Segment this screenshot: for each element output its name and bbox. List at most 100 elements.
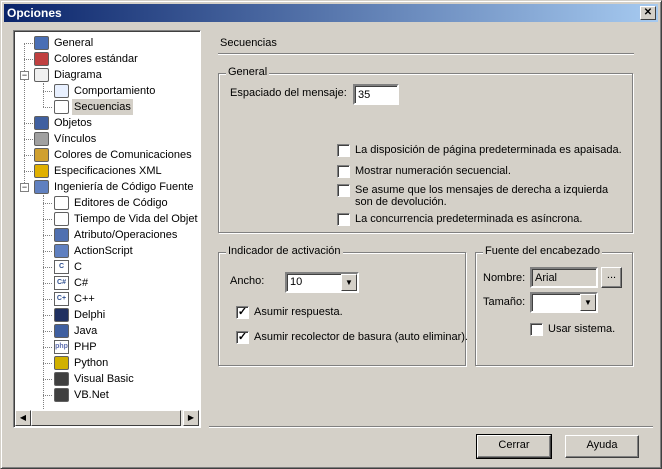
tree-line bbox=[24, 43, 33, 44]
python-icon bbox=[54, 356, 69, 370]
tree-item-label: PHP bbox=[74, 341, 97, 353]
tree-item[interactable]: Python bbox=[16, 355, 198, 371]
colors-icon bbox=[34, 52, 49, 66]
code-editor-icon bbox=[54, 196, 69, 210]
xml-icon bbox=[34, 164, 49, 178]
browse-font-button[interactable]: ... bbox=[601, 267, 622, 288]
tree-line bbox=[43, 347, 52, 348]
chevron-down-icon[interactable]: ▼ bbox=[341, 274, 357, 291]
collapse-icon[interactable]: − bbox=[20, 183, 29, 192]
options-dialog: Opciones ✕ General Colores estándar − Diagr… bbox=[0, 0, 662, 469]
tree-line bbox=[43, 363, 52, 364]
scroll-thumb[interactable] bbox=[31, 410, 181, 426]
activation-group: Indicador de activación Ancho: 10 ▼ ✓ As… bbox=[218, 245, 468, 366]
tree-line bbox=[43, 315, 52, 316]
tree-line bbox=[43, 267, 52, 268]
use-system-checkbox[interactable]: Usar sistema. bbox=[530, 322, 626, 338]
cpp-icon: C+ bbox=[54, 292, 69, 306]
tree-item[interactable]: Tiempo de Vida del Objeto bbox=[16, 211, 198, 227]
tree-line bbox=[24, 139, 33, 140]
tree-item[interactable]: php PHP bbox=[16, 339, 198, 355]
landscape-checkbox[interactable]: La disposición de página predeterminada … bbox=[337, 143, 627, 159]
tree-item[interactable]: Visual Basic bbox=[16, 371, 198, 387]
landscape-checkbox-label: La disposición de página predeterminada … bbox=[355, 144, 622, 156]
tree-item-label: Tiempo de Vida del Objeto bbox=[74, 213, 198, 225]
chevron-down-icon[interactable]: ▼ bbox=[580, 294, 596, 311]
sequential-numbering-checkbox[interactable]: Mostrar numeración secuencial. bbox=[337, 164, 627, 180]
title-divider bbox=[218, 53, 634, 55]
tree-line bbox=[43, 251, 52, 252]
help-button[interactable]: Ayuda bbox=[565, 435, 639, 458]
font-name-label: Nombre: bbox=[483, 272, 526, 284]
tree-item-label: ActionScript bbox=[74, 245, 133, 257]
tree-item-label: Visual Basic bbox=[74, 373, 134, 385]
csharp-icon: C# bbox=[54, 276, 69, 290]
tree-item[interactable]: C# C# bbox=[16, 275, 198, 291]
window-title: Opciones bbox=[7, 6, 62, 20]
scroll-left-icon[interactable]: ◀ bbox=[15, 410, 31, 426]
tree-item[interactable]: Editores de Código bbox=[16, 195, 198, 211]
tree-item[interactable]: ActionScript bbox=[16, 243, 198, 259]
diagram-icon bbox=[34, 68, 49, 82]
tree-item[interactable]: Colores estándar bbox=[16, 51, 198, 67]
async-concurrency-checkbox-label: La concurrencia predeterminada es asíncr… bbox=[355, 213, 583, 225]
tree-item[interactable]: Colores de Comunicaciones bbox=[16, 147, 198, 163]
tree-item[interactable]: Objetos bbox=[16, 115, 198, 131]
sequence-icon bbox=[54, 100, 69, 114]
close-icon[interactable]: ✕ bbox=[640, 6, 656, 20]
scroll-right-icon[interactable]: ▶ bbox=[183, 410, 199, 426]
lifetime-icon bbox=[54, 212, 69, 226]
font-size-select[interactable]: ▼ bbox=[530, 292, 598, 313]
spacing-input[interactable]: 35 bbox=[353, 84, 399, 105]
tree-line bbox=[43, 395, 52, 396]
tree-item[interactable]: General bbox=[16, 35, 198, 51]
tree-item-label: Comportamiento bbox=[74, 85, 156, 97]
use-system-checkbox-label: Usar sistema. bbox=[548, 323, 616, 335]
garbage-collector-checkbox-box[interactable]: ✓ bbox=[236, 331, 249, 344]
tree-line bbox=[43, 203, 52, 204]
use-system-checkbox-box[interactable] bbox=[530, 323, 543, 336]
tree-item[interactable]: Especificaciones XML bbox=[16, 163, 198, 179]
right-to-left-return-checkbox[interactable]: Se asume que los mensajes de derecha a i… bbox=[337, 183, 627, 211]
close-button[interactable]: Cerrar bbox=[476, 434, 552, 459]
tree-item-label: Java bbox=[74, 325, 98, 337]
behavior-icon bbox=[54, 84, 69, 98]
sequential-numbering-checkbox-label: Mostrar numeración secuencial. bbox=[355, 165, 511, 177]
general-group: General Espaciado del mensaje: 35 La dis… bbox=[218, 66, 633, 233]
async-concurrency-checkbox-box[interactable] bbox=[337, 213, 350, 226]
tree-item-label: Vínculos bbox=[54, 133, 97, 145]
tree-item[interactable]: C+ C++ bbox=[16, 291, 198, 307]
tree-item-label: Diagrama bbox=[54, 69, 102, 81]
title-bar[interactable]: Opciones ✕ bbox=[4, 4, 658, 22]
width-select-value: 10 bbox=[290, 276, 303, 288]
sequential-numbering-checkbox-box[interactable] bbox=[337, 165, 350, 178]
tree-item-label: General bbox=[54, 37, 94, 49]
tree-item-label: Editores de Código bbox=[74, 197, 168, 209]
landscape-checkbox-box[interactable] bbox=[337, 144, 350, 157]
links-icon bbox=[34, 132, 49, 146]
tree-item[interactable]: VB.Net bbox=[16, 387, 198, 403]
garbage-collector-checkbox[interactable]: ✓ Asumir recolector de basura (auto elim… bbox=[236, 330, 468, 346]
tree-item[interactable]: Delphi bbox=[16, 307, 198, 323]
assume-reply-checkbox-box[interactable]: ✓ bbox=[236, 306, 249, 319]
width-select[interactable]: 10 ▼ bbox=[285, 272, 359, 293]
tree-item[interactable]: Secuencias bbox=[16, 99, 198, 115]
tree-item[interactable]: Vínculos bbox=[16, 131, 198, 147]
right-to-left-return-checkbox-box[interactable] bbox=[337, 184, 350, 197]
tree-horizontal-scrollbar[interactable]: ◀ ▶ bbox=[15, 410, 199, 426]
collapse-icon[interactable]: − bbox=[20, 71, 29, 80]
delphi-icon bbox=[54, 308, 69, 322]
assume-reply-checkbox[interactable]: ✓ Asumir respuesta. bbox=[236, 305, 456, 321]
font-name-field[interactable]: Arial bbox=[530, 267, 598, 288]
c-lang-icon: C bbox=[54, 260, 69, 274]
tree-item[interactable]: CC bbox=[16, 259, 198, 275]
async-concurrency-checkbox[interactable]: La concurrencia predeterminada es asíncr… bbox=[337, 212, 627, 228]
tree-item[interactable]: − Ingeniería de Código Fuente bbox=[16, 179, 198, 195]
tree-item[interactable]: Java bbox=[16, 323, 198, 339]
assume-reply-checkbox-label: Asumir respuesta. bbox=[254, 306, 343, 318]
tree-item[interactable]: Comportamiento bbox=[16, 83, 198, 99]
page-title: Secuencias bbox=[220, 37, 277, 49]
options-tree[interactable]: General Colores estándar − Diagrama Comporta… bbox=[13, 30, 201, 428]
tree-item[interactable]: − Diagrama bbox=[16, 67, 198, 83]
tree-item[interactable]: Atributo/Operaciones bbox=[16, 227, 198, 243]
